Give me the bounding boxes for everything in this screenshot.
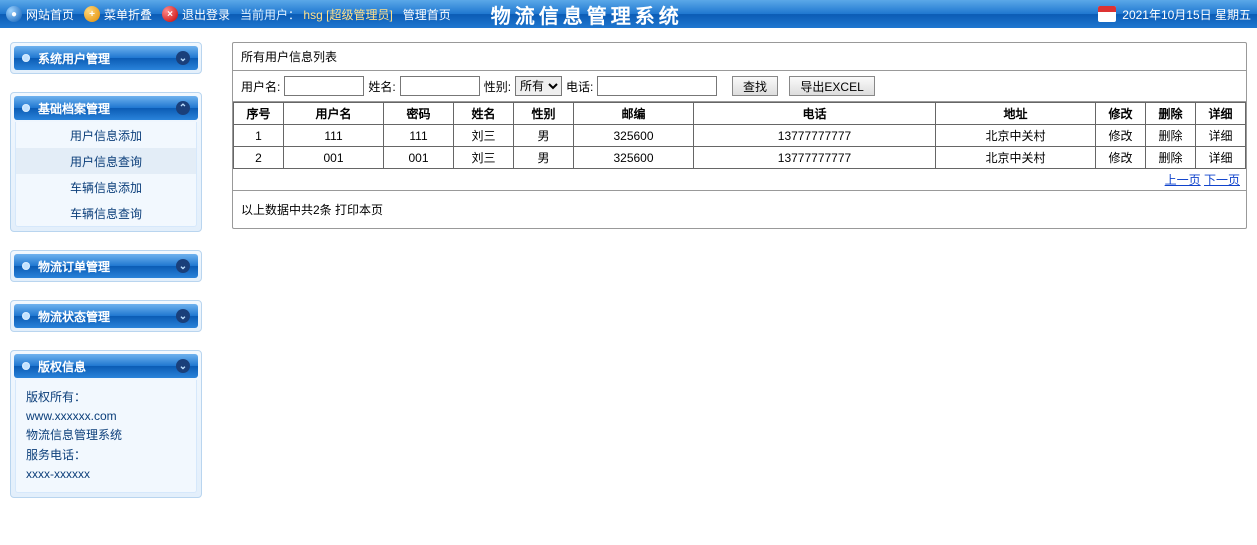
panel-basic-archive: 基础档案管理 ⌃ 用户信息添加 用户信息查询 车辆信息添加 车辆信息查询 bbox=[10, 92, 202, 232]
date-display: 2021年10月15日 星期五 bbox=[1098, 6, 1251, 23]
cell-name: 刘三 bbox=[454, 147, 514, 169]
content-area: 所有用户信息列表 用户名: 姓名: 性别: 所有 电话: 查找 导出EXCEL bbox=[212, 28, 1257, 530]
panel-header-copyright[interactable]: 版权信息 ⌄ bbox=[14, 354, 198, 378]
app-title: 物流信息管理系统 bbox=[491, 0, 683, 29]
edit-link[interactable]: 修改 bbox=[1108, 129, 1132, 143]
del-link[interactable]: 删除 bbox=[1158, 129, 1182, 143]
cell-zip: 325600 bbox=[574, 147, 694, 169]
detail-link[interactable]: 详细 bbox=[1208, 129, 1232, 143]
panel-title: 物流状态管理 bbox=[38, 308, 176, 325]
print-link[interactable]: 打印本页 bbox=[335, 203, 383, 217]
search-button[interactable]: 查找 bbox=[732, 76, 778, 96]
logout-link[interactable]: × 退出登录 bbox=[162, 6, 230, 23]
current-user: 当前用户： hsg [超级管理员] bbox=[240, 6, 393, 23]
cell-user: 111 bbox=[284, 125, 384, 147]
edit-link[interactable]: 修改 bbox=[1108, 151, 1132, 165]
calendar-icon bbox=[1098, 6, 1116, 22]
chevron-down-icon: ⌄ bbox=[176, 359, 190, 373]
user-label: 用户名: bbox=[241, 78, 280, 95]
cell-idx: 1 bbox=[234, 125, 284, 147]
summary-bar: 以上数据中共2条 打印本页 bbox=[233, 190, 1246, 228]
del-link[interactable]: 删除 bbox=[1158, 151, 1182, 165]
logout-label: 退出登录 bbox=[182, 6, 230, 23]
panel-title: 版权信息 bbox=[38, 358, 176, 375]
home-link[interactable]: ● 网站首页 bbox=[6, 6, 74, 23]
admin-home-link[interactable]: 管理首页 bbox=[403, 6, 451, 23]
sidebar: 系统用户管理 ⌄ 基础档案管理 ⌃ 用户信息添加 用户信息查询 车辆信息添加 车… bbox=[0, 28, 212, 530]
panel-status: 物流状态管理 ⌄ bbox=[10, 300, 202, 332]
chevron-down-icon: ⌄ bbox=[176, 51, 190, 65]
user-table: 序号用户名密码姓名性别邮编电话地址修改删除详细 1111111刘三男325600… bbox=[233, 102, 1246, 169]
panel-header-system-user[interactable]: 系统用户管理 ⌄ bbox=[14, 46, 198, 70]
name-input[interactable] bbox=[400, 76, 480, 96]
phone-input[interactable] bbox=[597, 76, 717, 96]
cell-pwd: 001 bbox=[384, 147, 454, 169]
admin-home-label: 管理首页 bbox=[403, 6, 451, 23]
panel-system-user: 系统用户管理 ⌄ bbox=[10, 42, 202, 74]
summary-text: 以上数据中共2条 bbox=[241, 203, 335, 217]
filter-bar: 用户名: 姓名: 性别: 所有 电话: 查找 导出EXCEL bbox=[233, 71, 1246, 102]
cell-sex: 男 bbox=[514, 147, 574, 169]
cell-zip: 325600 bbox=[574, 125, 694, 147]
dot-icon bbox=[22, 362, 30, 370]
prev-page-link[interactable]: 上一页 bbox=[1165, 173, 1201, 187]
name-label: 姓名: bbox=[368, 78, 395, 95]
panel-header-status[interactable]: 物流状态管理 ⌄ bbox=[14, 304, 198, 328]
panel-header-basic-archive[interactable]: 基础档案管理 ⌃ bbox=[14, 96, 198, 120]
panel-copyright: 版权信息 ⌄ 版权所有： www.xxxxxx.com 物流信息管理系统 服务电… bbox=[10, 350, 202, 498]
panel-title: 系统用户管理 bbox=[38, 50, 176, 67]
dot-icon bbox=[22, 262, 30, 270]
table-row: 1111111刘三男32560013777777777北京中关村修改删除详细 bbox=[234, 125, 1246, 147]
chevron-up-icon: ⌃ bbox=[176, 101, 190, 115]
next-page-link[interactable]: 下一页 bbox=[1204, 173, 1240, 187]
chevron-down-icon: ⌄ bbox=[176, 309, 190, 323]
phone-label: 电话: bbox=[566, 78, 593, 95]
table-header-row: 序号用户名密码姓名性别邮编电话地址修改删除详细 bbox=[234, 103, 1246, 125]
panel-title: 物流订单管理 bbox=[38, 258, 176, 275]
cell-idx: 2 bbox=[234, 147, 284, 169]
sidebar-item-vehicle-query[interactable]: 车辆信息查询 bbox=[16, 200, 196, 226]
plus-icon: + bbox=[84, 6, 100, 22]
collapse-link[interactable]: + 菜单折叠 bbox=[84, 6, 152, 23]
dot-icon bbox=[22, 312, 30, 320]
sidebar-item-vehicle-add[interactable]: 车辆信息添加 bbox=[16, 174, 196, 200]
cell-sex: 男 bbox=[514, 125, 574, 147]
table-row: 2001001刘三男32560013777777777北京中关村修改删除详细 bbox=[234, 147, 1246, 169]
home-label: 网站首页 bbox=[26, 6, 74, 23]
dot-icon bbox=[22, 54, 30, 62]
cell-phone: 13777777777 bbox=[694, 125, 936, 147]
cell-user: 001 bbox=[284, 147, 384, 169]
panel-order: 物流订单管理 ⌄ bbox=[10, 250, 202, 282]
chevron-down-icon: ⌄ bbox=[176, 259, 190, 273]
globe-icon: ● bbox=[6, 6, 22, 22]
pager: 上一页 下一页 bbox=[233, 169, 1246, 190]
dot-icon bbox=[22, 104, 30, 112]
sex-label: 性别: bbox=[484, 78, 511, 95]
user-list-card: 所有用户信息列表 用户名: 姓名: 性别: 所有 电话: 查找 导出EXCEL bbox=[232, 42, 1247, 229]
cell-addr: 北京中关村 bbox=[936, 125, 1096, 147]
detail-link[interactable]: 详细 bbox=[1208, 151, 1232, 165]
sidebar-item-user-query[interactable]: 用户信息查询 bbox=[16, 148, 196, 174]
user-input[interactable] bbox=[284, 76, 364, 96]
panel-header-order[interactable]: 物流订单管理 ⌄ bbox=[14, 254, 198, 278]
cell-pwd: 111 bbox=[384, 125, 454, 147]
collapse-label: 菜单折叠 bbox=[104, 6, 152, 23]
sidebar-item-user-add[interactable]: 用户信息添加 bbox=[16, 122, 196, 148]
card-title: 所有用户信息列表 bbox=[233, 43, 1246, 71]
cell-phone: 13777777777 bbox=[694, 147, 936, 169]
cell-addr: 北京中关村 bbox=[936, 147, 1096, 169]
export-button[interactable]: 导出EXCEL bbox=[789, 76, 874, 96]
topbar: ● 网站首页 + 菜单折叠 × 退出登录 当前用户： hsg [超级管理员] 管… bbox=[0, 0, 1257, 28]
close-icon: × bbox=[162, 6, 178, 22]
cell-name: 刘三 bbox=[454, 125, 514, 147]
copyright-body: 版权所有： www.xxxxxx.com 物流信息管理系统 服务电话： xxxx… bbox=[15, 380, 197, 493]
panel-title: 基础档案管理 bbox=[38, 100, 176, 117]
sex-select[interactable]: 所有 bbox=[515, 76, 562, 96]
